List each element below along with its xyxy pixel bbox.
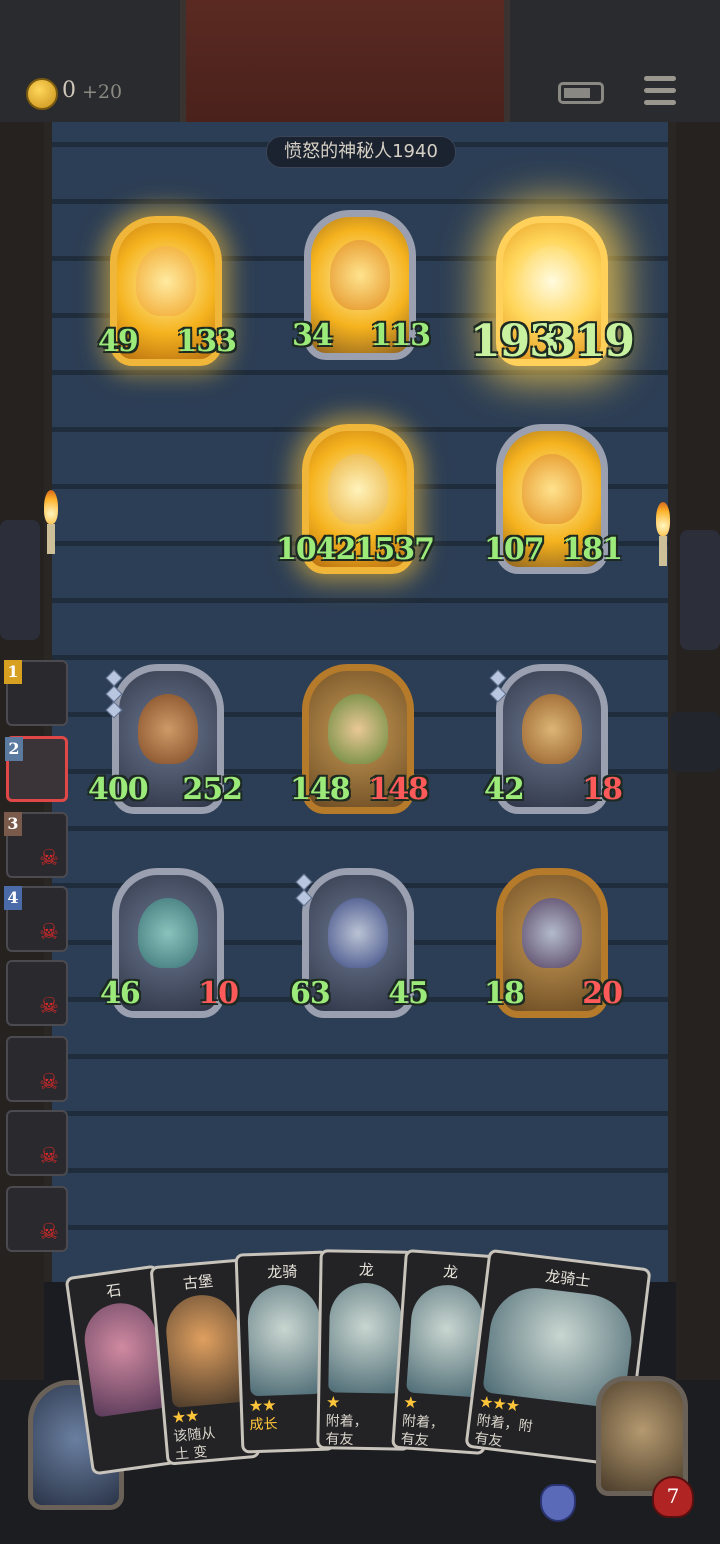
pumpkin-portrait bbox=[522, 454, 582, 524]
minion-attack: 1042 bbox=[276, 532, 356, 567]
roster-player-6[interactable]: ☠ bbox=[6, 1036, 68, 1102]
card-stars: ★ bbox=[402, 1392, 418, 1413]
minion-health: 45 bbox=[388, 976, 429, 1011]
minion-health: 181 bbox=[562, 532, 623, 567]
gold-amount: 0 bbox=[62, 78, 76, 103]
pumpkin-portrait bbox=[330, 240, 390, 310]
card-title: 石 bbox=[105, 1280, 123, 1301]
player-minion[interactable]: 46 10 bbox=[100, 868, 239, 1018]
rank-badge: 2 bbox=[5, 737, 23, 761]
player-minion[interactable]: 400 252 bbox=[88, 664, 243, 814]
enemy-minion[interactable]: 193 319 bbox=[470, 216, 635, 367]
skull-icon: ☠ bbox=[39, 1144, 59, 1169]
enemy-minion[interactable]: 1042 1537 bbox=[276, 424, 435, 574]
torch-left-icon bbox=[42, 490, 60, 554]
minion-attack: 63 bbox=[290, 976, 331, 1011]
minion-health: 133 bbox=[176, 324, 237, 359]
card-title: 龙骑 bbox=[266, 1262, 298, 1282]
door-handle bbox=[670, 712, 720, 772]
minion-health: 148 bbox=[368, 772, 429, 807]
dragon-knight-portrait bbox=[328, 898, 388, 968]
minion-attack: 49 bbox=[98, 324, 139, 359]
player-minion[interactable]: 18 20 bbox=[484, 868, 623, 1018]
minion-health: 20 bbox=[582, 976, 623, 1011]
wall-sconce-left bbox=[0, 520, 40, 640]
roster-player-2[interactable]: 2 bbox=[5, 736, 68, 802]
wall-sconce-right bbox=[680, 530, 720, 650]
pinocchio-portrait bbox=[522, 694, 582, 764]
roster-player-5[interactable]: ☠ bbox=[6, 960, 68, 1026]
minion-health: 10 bbox=[198, 976, 239, 1011]
player-minion[interactable]: 148 148 bbox=[290, 664, 429, 814]
rank-badge: 4 bbox=[4, 886, 22, 910]
skull-icon: ☠ bbox=[39, 920, 59, 945]
gold-coin-icon bbox=[26, 78, 58, 110]
roster-player-8[interactable]: ☠ bbox=[6, 1186, 68, 1252]
minion-health: 18 bbox=[582, 772, 623, 807]
minion-attack: 148 bbox=[290, 772, 351, 807]
skull-icon: ☠ bbox=[39, 1070, 59, 1095]
minion-attack: 400 bbox=[88, 772, 149, 807]
sprout-girl-portrait bbox=[328, 454, 388, 524]
torch-right-icon bbox=[654, 502, 672, 566]
skull-icon: ☠ bbox=[39, 994, 59, 1019]
minion-attack: 107 bbox=[484, 532, 545, 567]
card-stars: ★★ bbox=[170, 1405, 200, 1428]
pumpkin-ghost-portrait bbox=[138, 694, 198, 764]
menu-icon[interactable] bbox=[644, 74, 678, 108]
card-stars: ★★ bbox=[248, 1395, 276, 1416]
roster-player-3[interactable]: 3 ☠ bbox=[4, 812, 68, 878]
enemy-minion[interactable]: 49 133 bbox=[98, 216, 237, 366]
shield-icon[interactable] bbox=[540, 1484, 576, 1522]
card-title: 古堡 bbox=[182, 1272, 214, 1293]
minion-attack: 34 bbox=[292, 318, 333, 353]
sprout-girl-portrait bbox=[328, 694, 388, 764]
card-art bbox=[163, 1292, 245, 1408]
gold-income: +20 bbox=[82, 81, 123, 103]
player-minion[interactable]: 63 45 bbox=[290, 868, 429, 1018]
enemy-minion[interactable]: 107 181 bbox=[484, 424, 623, 574]
minion-attack: 42 bbox=[484, 772, 525, 807]
rank-badge: 1 bbox=[4, 660, 22, 684]
skull-icon: ☠ bbox=[39, 1220, 59, 1245]
ghost-beast-portrait bbox=[138, 898, 198, 968]
enemy-minion[interactable]: 34 113 bbox=[292, 210, 431, 360]
elf-witch-portrait bbox=[522, 898, 582, 968]
player-minion[interactable]: 42 18 bbox=[484, 664, 623, 814]
card-art bbox=[246, 1283, 323, 1397]
opponent-name: 愤怒的神秘人1940 bbox=[266, 136, 456, 168]
battery-icon bbox=[558, 82, 604, 104]
minion-attack: 18 bbox=[484, 976, 525, 1011]
minion-health: 1537 bbox=[354, 532, 435, 567]
card-stars: ★ bbox=[325, 1392, 340, 1412]
minion-attack: 46 bbox=[100, 976, 141, 1011]
skull-icon: ☠ bbox=[39, 846, 59, 871]
roster-player-7[interactable]: ☠ bbox=[6, 1110, 68, 1176]
roster-player-1[interactable]: 1 bbox=[4, 660, 68, 726]
rank-badge: 3 bbox=[4, 812, 22, 836]
card-title: 龙 bbox=[358, 1260, 375, 1280]
card-title: 龙 bbox=[442, 1262, 459, 1282]
dungeon-door bbox=[180, 0, 510, 122]
minion-health: 319 bbox=[545, 316, 635, 367]
minion-health: 252 bbox=[182, 772, 243, 807]
card-art bbox=[328, 1282, 403, 1394]
hero-health: 7 bbox=[652, 1476, 694, 1518]
minion-health: 113 bbox=[370, 318, 431, 353]
elf-portrait bbox=[522, 246, 582, 316]
roster-player-4[interactable]: 4 ☠ bbox=[4, 886, 68, 952]
goblin-portrait bbox=[136, 246, 196, 316]
